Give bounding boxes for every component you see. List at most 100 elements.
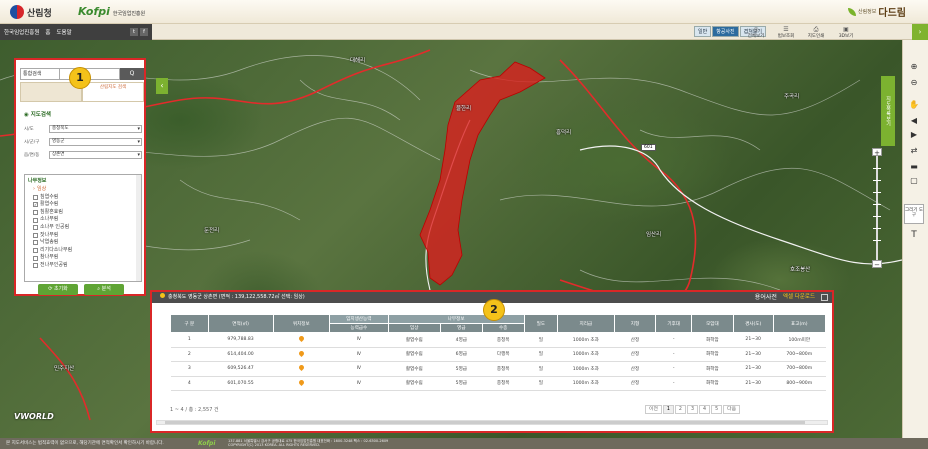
text-tool-icon[interactable]: T (907, 230, 921, 240)
draw-tool-button[interactable]: 그리기 도구 (904, 204, 924, 224)
checkbox[interactable] (33, 255, 38, 261)
col-header[interactable]: 밀도 (523, 314, 559, 333)
tool-legend[interactable]: ☰ 범보조회 (772, 24, 800, 40)
measure-area-icon[interactable]: ▢ (907, 176, 921, 186)
link-kofpi-home[interactable]: 한국임업진흥원 (4, 28, 39, 36)
sigungu-select[interactable]: 영동군 (49, 137, 142, 146)
checkbox[interactable] (33, 225, 38, 231)
location-pin-icon[interactable] (297, 349, 305, 357)
tool-print[interactable]: ⎙ 지도인쇄 (802, 24, 830, 40)
legal-notice: 본 지도서비스는 법적효력이 없으므로, 해당기관에 면적확인서 확인하시기 바… (6, 441, 164, 446)
map-list-tab[interactable]: 지도목록보기 (881, 76, 895, 146)
previous-view-icon[interactable]: ◀ (907, 116, 921, 126)
tree-item[interactable]: 소나무림 (25, 216, 141, 224)
facebook-icon[interactable]: f (140, 28, 148, 36)
cell: 21~30 (733, 361, 774, 377)
footer-kofpi-logo[interactable]: Kofpi (198, 438, 215, 449)
col-header[interactable]: 지형 (613, 314, 657, 333)
link-home[interactable]: 홈 (45, 28, 50, 36)
checkbox[interactable] (33, 240, 38, 246)
table-row[interactable]: 2 614,404.00 IV 활엽수림 6영급 다행목 밀 1000m 초과 … (170, 347, 826, 362)
map-label: 둔전리 (204, 228, 220, 234)
col-header[interactable]: 능력급수 (329, 323, 389, 333)
collapse-panel-button[interactable]: ‹ (156, 78, 168, 94)
location-pin-icon[interactable] (297, 364, 305, 372)
table-row[interactable]: 1 979,788.83 IV 활엽수림 4영급 충청목 밀 1000m 초과 … (170, 332, 826, 348)
reset-button[interactable]: ⟳ 초기화 (38, 284, 78, 295)
col-header[interactable]: 경사(도) (732, 314, 774, 333)
map-mode-normal[interactable]: 일반 (694, 26, 712, 37)
table-row[interactable]: 3 609,526.47 IV 활엽수림 5영급 충청목 밀 1000m 초과 … (170, 361, 826, 377)
analyze-button[interactable]: ⌕ 분석 (84, 284, 124, 295)
forest-service-logo[interactable]: 산림청 (10, 5, 52, 19)
pan-hand-icon[interactable]: ✋ (907, 100, 921, 110)
zoom-minus-icon[interactable]: − (872, 260, 882, 269)
location-pin-icon[interactable] (297, 378, 305, 386)
checkbox[interactable] (33, 217, 38, 223)
col-header[interactable]: 모암대 (690, 314, 734, 333)
col-header[interactable]: 표고(m) (772, 314, 827, 333)
search-type-select[interactable]: 통합검색 (20, 68, 60, 80)
tool-full-view[interactable]: ◎ 전체보기 (742, 24, 770, 40)
map-mode-aerial[interactable]: 항공사진 (712, 26, 739, 37)
pager-page-5[interactable]: 5 (711, 405, 723, 414)
checkbox[interactable] (33, 248, 38, 254)
close-icon[interactable] (821, 294, 828, 301)
checkbox[interactable] (33, 194, 38, 200)
col-header[interactable]: 면적(㎡) (207, 314, 274, 333)
col-header[interactable]: 수종 (481, 323, 525, 333)
excel-download-button[interactable]: 엑셀 다운로드 (783, 292, 815, 303)
table-row[interactable]: 4 601,070.55 IV 활엽수림 5영급 충청목 밀 1000m 초과 … (170, 376, 826, 391)
col-header[interactable]: 지리급 (557, 314, 615, 333)
col-header[interactable]: 임상 (387, 323, 441, 333)
measure-distance-icon[interactable]: ▬ (907, 162, 921, 172)
tree-item[interactable]: 소나무 인공림 (25, 224, 141, 232)
tool-3d[interactable]: ▣ 3D보기 (832, 24, 860, 40)
service-brand-logo[interactable]: 산림정보 다드림 (847, 4, 906, 19)
tab-forest-map-search[interactable]: 산림지도 검색 (82, 82, 144, 102)
tree-item[interactable]: 낙엽송림 (25, 239, 141, 247)
cell: 화학암 (691, 332, 734, 348)
glossary-button[interactable]: 용어사전 (755, 292, 777, 303)
pager-page-3[interactable]: 3 (686, 405, 699, 414)
cell: 밀 (524, 332, 558, 348)
selected-forest-area[interactable] (419, 61, 546, 286)
zoom-in-icon[interactable]: ⊕ (907, 62, 921, 72)
sido-select[interactable]: 충청북도 (49, 124, 142, 133)
tree-item[interactable]: ✓ 활엽수림 (25, 201, 141, 209)
pager-page-1[interactable]: 1 (662, 405, 674, 414)
pager-next[interactable]: 다음 (723, 405, 740, 414)
zoom-plus-icon[interactable]: + (872, 148, 882, 157)
link-help[interactable]: 도움말 (56, 28, 71, 36)
pager-prev[interactable]: 이전 (645, 405, 662, 414)
zoom-slider[interactable]: + − (870, 148, 884, 269)
search-button[interactable]: Q (120, 68, 144, 80)
col-header[interactable]: 구 분 (170, 314, 209, 333)
col-header[interactable]: 영급 (439, 323, 483, 333)
tree-info-list: 나무정보 › 임상 침엽수림 ✓ 활엽수림 침활혼효림 소나무림 소나무 인공림 잣… (24, 174, 142, 282)
pager-page-2[interactable]: 2 (674, 405, 686, 414)
next-view-icon[interactable]: ▶ (907, 130, 921, 140)
col-header[interactable]: 기후대 (655, 314, 692, 333)
tree-item[interactable]: 전나무인공림 (25, 262, 141, 270)
location-pin-icon[interactable] (297, 335, 305, 343)
checkbox[interactable] (33, 232, 38, 238)
col-header[interactable]: 위치정보 (272, 314, 331, 333)
pager-page-4[interactable]: 4 (699, 405, 711, 414)
twitter-icon[interactable]: t (130, 28, 138, 36)
eupmyeondong-select[interactable]: 상촌면 (49, 150, 142, 159)
kofpi-logo[interactable]: Kofpi 한국임업진흥원 (78, 5, 145, 18)
checkbox[interactable] (33, 263, 38, 269)
refresh-map-icon[interactable]: ⇄ (907, 146, 921, 156)
checkbox[interactable] (33, 210, 38, 216)
table-horizontal-scrollbar[interactable] (156, 420, 828, 425)
zoom-out-icon[interactable]: ⊖ (907, 78, 921, 88)
field-label: 읍/면/동 (24, 152, 40, 158)
map-label: 호조봉산 (790, 267, 811, 273)
checkbox-checked[interactable]: ✓ (33, 202, 38, 208)
tree-item[interactable]: 참나무림 (25, 254, 141, 262)
tree-list-scrollbar[interactable] (136, 175, 141, 281)
cell: 활엽수림 (388, 361, 441, 377)
panel-toggle-button[interactable]: › (912, 24, 928, 40)
zoom-track[interactable] (876, 156, 878, 260)
